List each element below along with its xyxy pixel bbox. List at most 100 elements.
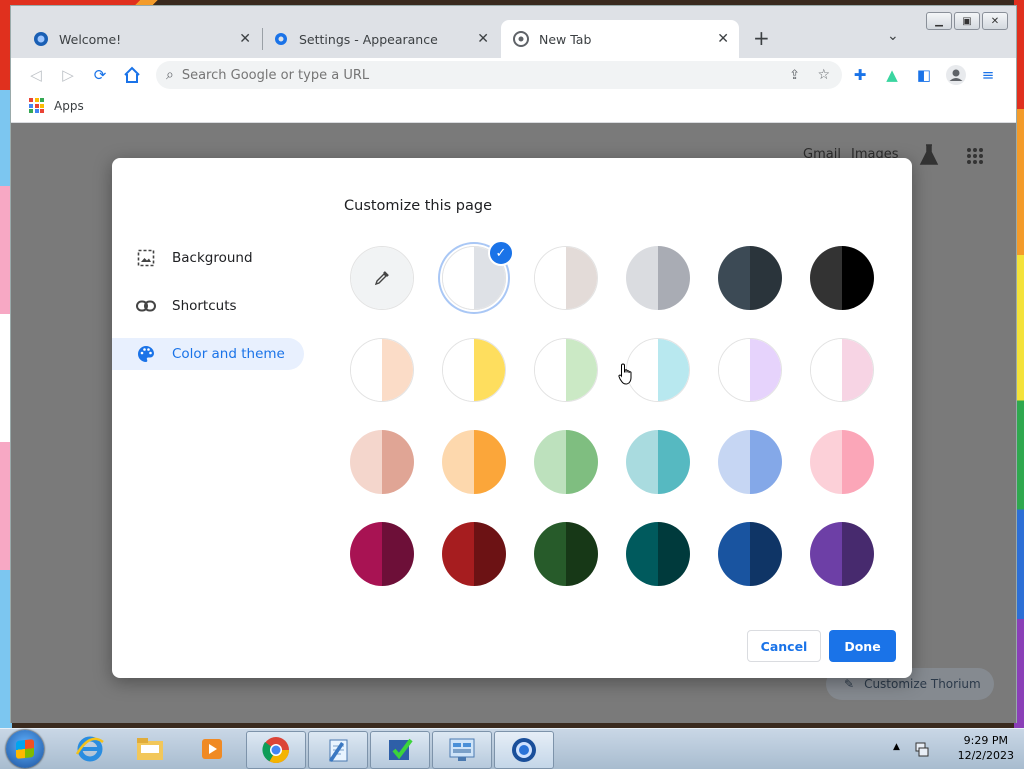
gear-icon [273, 31, 289, 47]
color-swatch-yellow-white[interactable] [442, 338, 506, 402]
nav-item-background[interactable]: Background [112, 242, 304, 274]
back-icon[interactable]: ◁ [25, 64, 47, 86]
image-icon [136, 249, 156, 267]
close-icon[interactable]: ✕ [239, 31, 251, 47]
color-swatch-dark-pink-red[interactable] [350, 522, 414, 586]
swatch-left-half [718, 246, 750, 310]
done-button[interactable]: Done [829, 630, 896, 662]
color-swatch-green-white[interactable] [534, 338, 598, 402]
tab-label: Welcome! [59, 31, 122, 47]
swatch-left-half [718, 522, 750, 586]
palette-icon [136, 345, 156, 363]
color-swatch-dark-teal[interactable] [626, 522, 690, 586]
tab-label: Settings - Appearance [299, 31, 438, 47]
tab-settings-appearance[interactable]: Settings - Appearance ✕ [263, 20, 499, 58]
taskbar-control-panel-icon[interactable] [432, 731, 492, 769]
swatch-left-half [535, 247, 566, 309]
color-swatch-purple[interactable] [810, 522, 874, 586]
apps-grid-icon [29, 98, 44, 113]
swatch-left-half [442, 522, 474, 586]
dialog-nav: Background Shortcuts Color and theme [112, 242, 312, 386]
dialog-title: Customize this page [344, 198, 493, 214]
swatch-right-half [750, 430, 782, 494]
home-icon[interactable] [121, 64, 143, 86]
forward-icon[interactable]: ▷ [57, 64, 79, 86]
menu-icon[interactable]: ≡ [977, 64, 999, 86]
swatch-right-half [566, 522, 598, 586]
media-player-icon[interactable] [190, 731, 234, 767]
reload-icon[interactable]: ⟳ [89, 64, 111, 86]
minimize-icon[interactable]: ▁ [926, 12, 952, 30]
labs-flask-icon[interactable] [918, 143, 940, 171]
nav-label: Shortcuts [172, 298, 237, 314]
color-swatch-pink-white[interactable] [810, 338, 874, 402]
swatch-right-half [750, 522, 782, 586]
close-window-icon[interactable]: ✕ [982, 12, 1008, 30]
color-swatch-light-blue[interactable] [718, 430, 782, 494]
search-icon: ⌕ [166, 67, 174, 83]
color-swatch-custom-color[interactable] [350, 246, 414, 310]
color-swatch-dark-green[interactable] [534, 522, 598, 586]
color-swatch-light-pink[interactable] [810, 430, 874, 494]
network-icon[interactable] [913, 740, 931, 762]
swatch-left-half [351, 339, 382, 401]
color-swatch-orange[interactable] [442, 430, 506, 494]
swatch-left-half [810, 522, 842, 586]
color-swatch-beige-white[interactable] [350, 338, 414, 402]
color-swatch-cool-grey[interactable] [626, 246, 690, 310]
cancel-button[interactable]: Cancel [747, 630, 821, 662]
color-swatch-dark-blue[interactable] [718, 522, 782, 586]
color-swatch-midnight-blue[interactable] [718, 246, 782, 310]
color-swatch-light-teal[interactable] [626, 430, 690, 494]
tab-new-tab[interactable]: New Tab ✕ [501, 20, 739, 58]
internet-explorer-icon[interactable] [68, 731, 112, 767]
close-icon[interactable]: ✕ [717, 31, 729, 47]
swatch-right-half [382, 339, 413, 401]
color-swatch-dark-red-orange[interactable] [442, 522, 506, 586]
swatch-right-half [842, 246, 874, 310]
omnibox-input[interactable] [179, 66, 744, 84]
swatch-left-half [811, 339, 842, 401]
tray-expand-icon[interactable]: ▲ [893, 742, 900, 752]
color-swatch-light-green[interactable] [534, 430, 598, 494]
profile-avatar-icon[interactable] [945, 64, 967, 86]
taskbar-thorium-icon[interactable] [494, 731, 554, 769]
tab-strip: Welcome! ✕ Settings - Appearance ✕ New T… [11, 6, 1016, 58]
color-swatch-light-purple-white[interactable] [718, 338, 782, 402]
clock-time: 9:29 PM [963, 734, 1008, 747]
swatch-left-half [626, 246, 658, 310]
extensions-icon[interactable]: ✚ [849, 64, 871, 86]
color-swatch-warm-grey[interactable] [534, 246, 598, 310]
file-explorer-folder-icon[interactable] [128, 731, 172, 767]
bookmark-icon[interactable]: ☆ [817, 67, 830, 83]
nav-item-shortcuts[interactable]: Shortcuts [112, 290, 304, 322]
taskbar-task-checklist-icon[interactable] [370, 731, 430, 769]
clock[interactable]: 9:29 PM 12/2/2023 [958, 733, 1014, 763]
pencil-icon: ✎ [844, 677, 855, 691]
color-swatch-peach[interactable] [350, 430, 414, 494]
customize-thorium-label: Customize Thorium [864, 677, 981, 691]
apps-shortcut[interactable]: Apps [29, 98, 84, 113]
bookmarks-bar: Apps [11, 92, 1016, 123]
restore-icon[interactable]: ▣ [954, 12, 980, 30]
tab-search-chevron-down-icon[interactable]: ⌄ [887, 28, 899, 44]
swatch-right-half [842, 522, 874, 586]
nav-item-color-and-theme[interactable]: Color and theme [112, 338, 304, 370]
side-panel-icon[interactable]: ◧ [913, 64, 935, 86]
start-button-windows-icon[interactable] [6, 730, 44, 768]
taskbar-chrome-icon[interactable] [246, 731, 306, 769]
color-swatch-light-teal-white[interactable] [626, 338, 690, 402]
tab-welcome[interactable]: Welcome! ✕ [11, 20, 261, 58]
new-tab-plus-icon[interactable]: + [753, 26, 770, 50]
eyedropper-icon [351, 247, 413, 309]
swatch-right-half [474, 339, 505, 401]
taskbar-notepad-icon[interactable] [308, 731, 368, 769]
selected-check-icon: ✓ [488, 240, 514, 266]
browser-toolbar: ◁ ▷ ⟳ ⌕ ⇪ ☆ ✚ ▲ ◧ ≡ [11, 58, 1016, 92]
close-icon[interactable]: ✕ [477, 31, 489, 47]
share-icon[interactable]: ⇪ [789, 68, 800, 83]
flask-icon[interactable]: ▲ [881, 64, 903, 86]
omnibox[interactable]: ⌕ ⇪ ☆ [156, 61, 842, 89]
google-apps-icon[interactable] [966, 147, 984, 169]
color-swatch-black[interactable] [810, 246, 874, 310]
